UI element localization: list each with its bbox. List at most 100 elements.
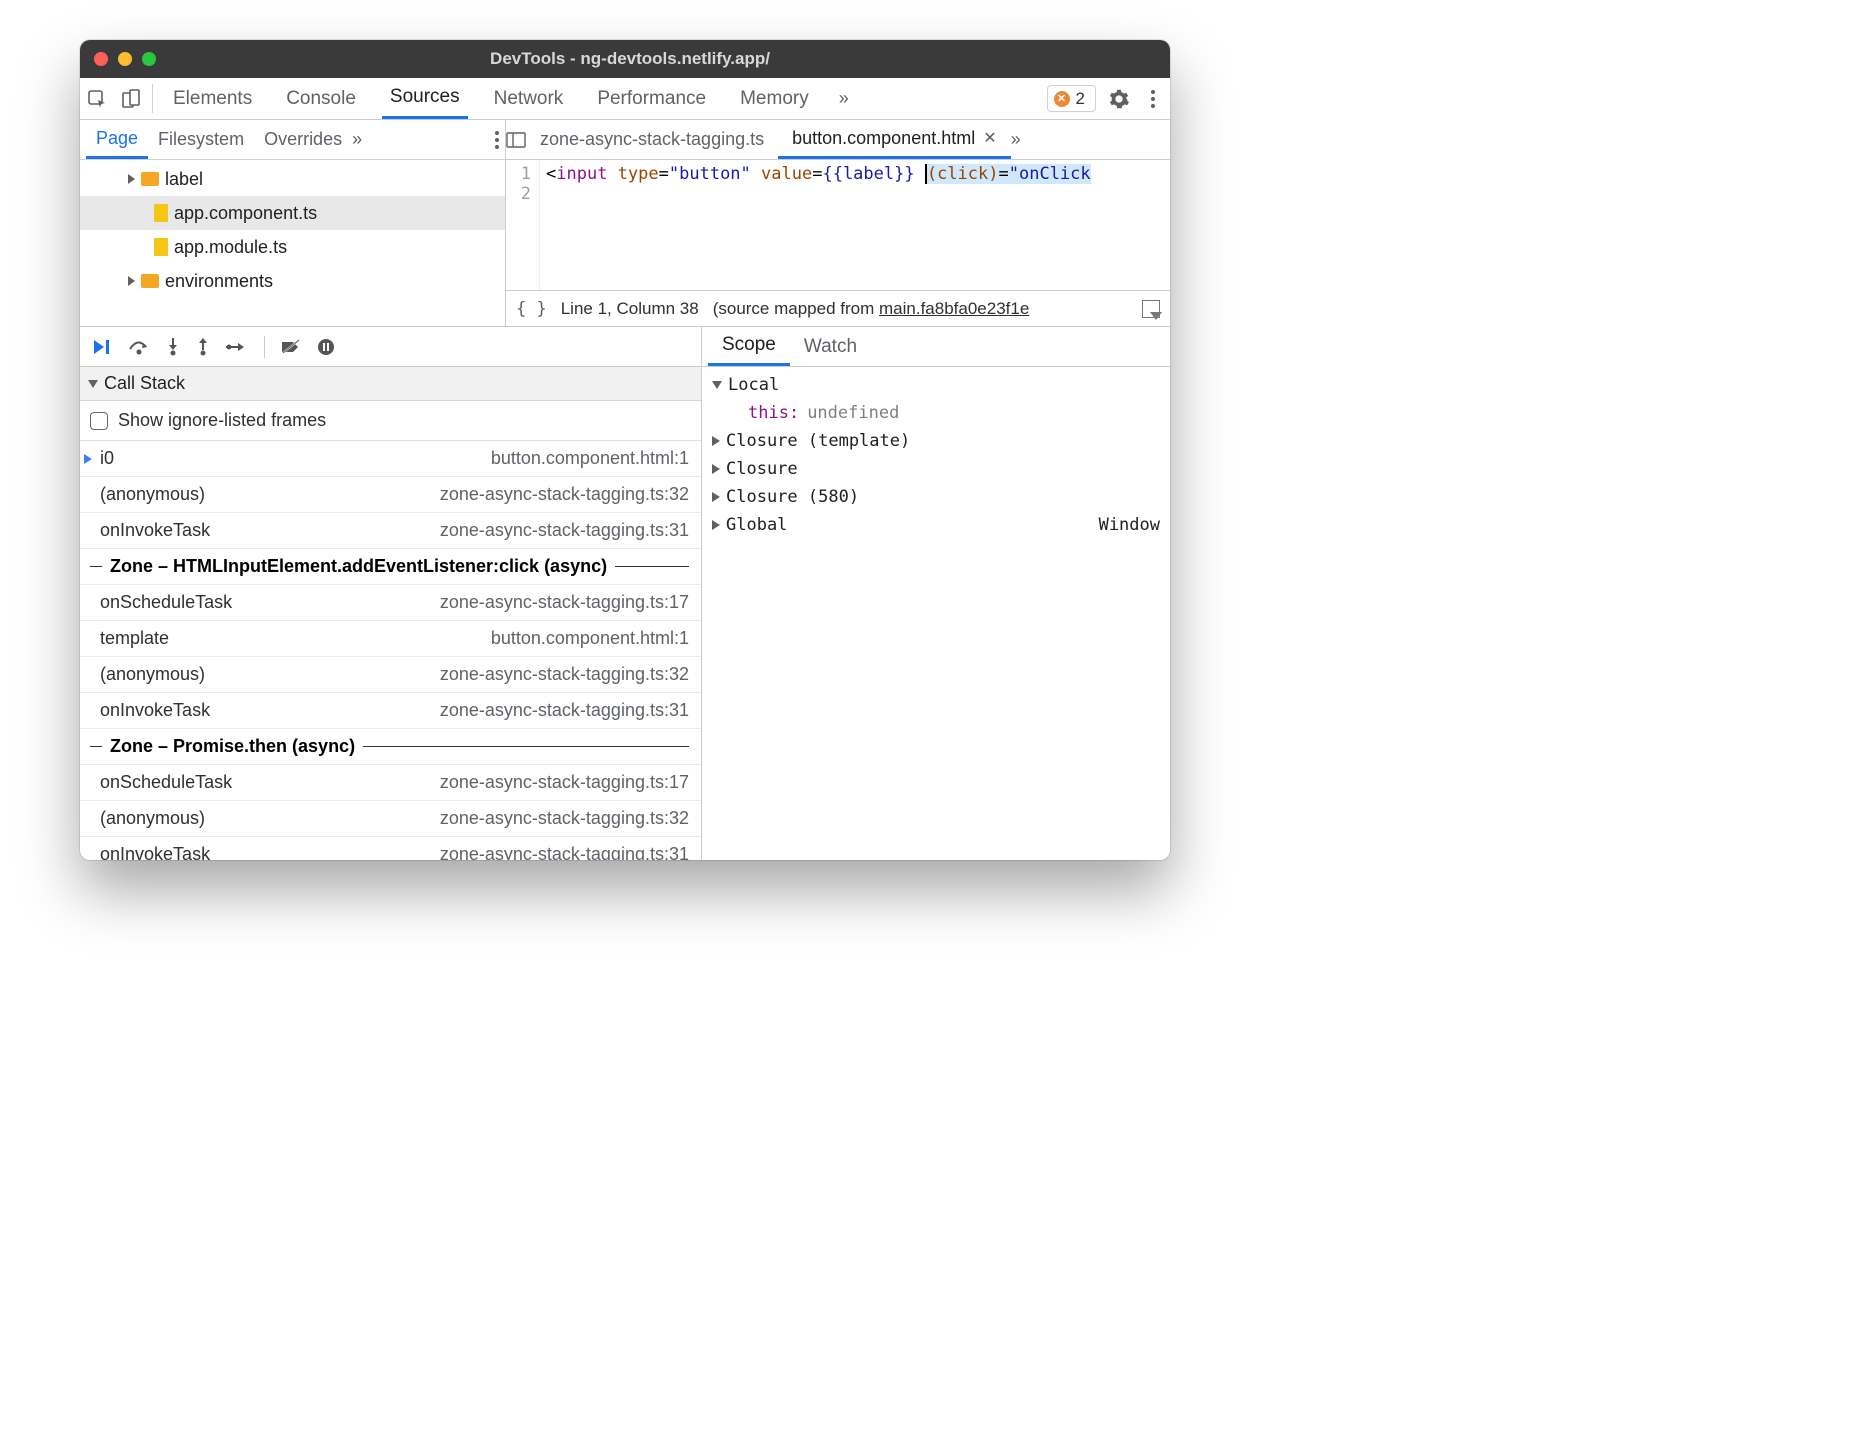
disclosure-icon xyxy=(712,436,720,446)
scope-entry[interactable]: Global Window xyxy=(712,511,1160,539)
step-icon[interactable] xyxy=(226,340,248,354)
scope-entry[interactable]: Closure xyxy=(712,455,1160,483)
main-tab-elements[interactable]: Elements xyxy=(165,78,260,119)
pause-exceptions-icon[interactable] xyxy=(317,338,335,356)
main-tab-console[interactable]: Console xyxy=(278,78,364,119)
scope-entry[interactable]: Closure (580) xyxy=(712,483,1160,511)
zoom-window-button[interactable] xyxy=(142,52,156,66)
gutter: 12 xyxy=(506,160,540,290)
tree-item[interactable]: app.module.ts xyxy=(80,230,505,264)
folder-icon xyxy=(141,172,159,186)
tree-item[interactable]: app.component.ts xyxy=(80,196,505,230)
stack-frame[interactable]: (anonymous)zone-async-stack-tagging.ts:3… xyxy=(80,657,701,693)
scope-type: Window xyxy=(1099,515,1160,535)
frame-location: zone-async-stack-tagging.ts:31 xyxy=(440,520,689,541)
frame-name: onInvokeTask xyxy=(100,700,210,721)
scope-tab-watch[interactable]: Watch xyxy=(790,327,871,366)
inspect-element-icon[interactable] xyxy=(80,78,114,119)
call-stack-header[interactable]: Call Stack xyxy=(80,367,701,401)
more-nav-tabs-icon[interactable]: » xyxy=(352,129,358,150)
more-tabs-icon[interactable]: » xyxy=(825,78,859,119)
minimize-window-button[interactable] xyxy=(118,52,132,66)
nav-tab-overrides[interactable]: Overrides xyxy=(254,120,352,159)
scope-entry[interactable]: Closure (template) xyxy=(712,427,1160,455)
more-editor-tabs-icon[interactable]: » xyxy=(1011,129,1017,150)
main-toolbar: Elements Console Sources Network Performance… xyxy=(80,78,1170,120)
deactivate-breakpoints-icon[interactable] xyxy=(281,339,301,355)
frame-name: (anonymous) xyxy=(100,484,205,505)
editor-tab[interactable]: zone-async-stack-tagging.ts xyxy=(526,120,778,159)
frame-name: i0 xyxy=(100,448,114,469)
async-divider: Zone – Promise.then (async) xyxy=(80,729,701,765)
scope-entry[interactable]: Local xyxy=(712,371,1160,399)
frame-location: zone-async-stack-tagging.ts:17 xyxy=(440,772,689,793)
source-map-info: (source mapped from main.fa8bfa0e23f1e xyxy=(713,299,1030,319)
tree-item[interactable]: label xyxy=(80,162,505,196)
nav-tab-page[interactable]: Page xyxy=(86,120,148,159)
resume-icon[interactable] xyxy=(92,338,112,356)
step-over-icon[interactable] xyxy=(128,339,150,355)
frame-name: onInvokeTask xyxy=(100,844,210,860)
file-icon xyxy=(154,238,168,256)
window-title: DevTools - ng-devtools.netlify.app/ xyxy=(156,49,1104,69)
step-out-icon[interactable] xyxy=(196,338,210,356)
device-toolbar-icon[interactable] xyxy=(114,78,148,119)
editor-tab[interactable]: button.component.html ✕ xyxy=(778,120,1011,159)
toggle-navigator-icon[interactable] xyxy=(506,132,526,148)
debugger-pane: Call Stack Show ignore-listed frames i0 b… xyxy=(80,327,702,860)
pretty-print-icon[interactable]: { } xyxy=(516,299,547,319)
scope-label: Global xyxy=(726,515,787,535)
scope-tabs: ScopeWatch xyxy=(702,327,1170,367)
scope-label: Closure (template) xyxy=(726,431,910,451)
code-editor[interactable]: 12 <input type="button" value={{label}} … xyxy=(506,160,1170,290)
stack-frame[interactable]: i0 button.component.html:1 xyxy=(80,441,701,477)
kebab-menu-icon[interactable] xyxy=(1136,78,1170,119)
coverage-icon[interactable] xyxy=(1142,300,1160,318)
stack-frame[interactable]: onInvokeTaskzone-async-stack-tagging.ts:… xyxy=(80,513,701,549)
main-tab-sources[interactable]: Sources xyxy=(382,78,468,119)
nav-tab-filesystem[interactable]: Filesystem xyxy=(148,120,254,159)
error-badge[interactable]: ✕ 2 xyxy=(1047,85,1096,112)
editor-tab-label: button.component.html xyxy=(792,128,975,149)
file-icon xyxy=(154,204,168,222)
variable-value: undefined xyxy=(807,403,899,423)
async-divider: Zone – HTMLInputElement.addEventListener… xyxy=(80,549,701,585)
scope-tab-scope[interactable]: Scope xyxy=(708,327,790,366)
frame-location: zone-async-stack-tagging.ts:31 xyxy=(440,700,689,721)
stack-frame[interactable]: onInvokeTask zone-async-stack-tagging.ts:… xyxy=(80,693,701,729)
call-stack-list: i0button.component.html:1(anonymous)zone… xyxy=(80,441,701,860)
stack-frame[interactable]: onScheduleTaskzone-async-stack-tagging.t… xyxy=(80,585,701,621)
tree-item[interactable]: environments xyxy=(80,264,505,298)
frame-location: button.component.html:1 xyxy=(491,448,689,469)
tree-item-label: label xyxy=(165,169,203,190)
stack-frame[interactable]: templatebutton.component.html:1 xyxy=(80,621,701,657)
disclosure-icon xyxy=(128,276,135,286)
scope-body: Local this: undefined Closure (template) Clo… xyxy=(702,367,1170,860)
scope-variable[interactable]: this: undefined xyxy=(712,399,1160,427)
stack-frame[interactable]: onInvokeTaskzone-async-stack-tagging.ts:… xyxy=(80,837,701,860)
stack-frame[interactable]: (anonymous)zone-async-stack-tagging.ts:3… xyxy=(80,477,701,513)
nav-kebab-icon[interactable] xyxy=(495,131,499,149)
titlebar: DevTools - ng-devtools.netlify.app/ xyxy=(80,40,1170,78)
frame-location: zone-async-stack-tagging.ts:32 xyxy=(440,808,689,829)
file-tree: label app.component.ts app.module.ts enviro… xyxy=(80,160,505,326)
settings-icon[interactable] xyxy=(1102,78,1136,119)
tree-item-label: app.module.ts xyxy=(174,237,287,258)
close-icon[interactable]: ✕ xyxy=(983,128,996,148)
stack-frame[interactable]: (anonymous)zone-async-stack-tagging.ts:3… xyxy=(80,801,701,837)
stack-frame[interactable]: onScheduleTask zone-async-stack-tagging.t… xyxy=(80,765,701,801)
close-window-button[interactable] xyxy=(94,52,108,66)
disclosure-icon xyxy=(712,464,720,474)
source-map-link[interactable]: main.fa8bfa0e23f1e xyxy=(879,299,1029,318)
disclosure-icon xyxy=(712,381,722,389)
main-tab-performance[interactable]: Performance xyxy=(589,78,714,119)
scope-pane: ScopeWatch Local this: undefined Closure (t… xyxy=(702,327,1170,860)
folder-icon xyxy=(141,274,159,288)
tree-item-label: app.component.ts xyxy=(174,203,317,224)
frame-name: onScheduleTask xyxy=(100,772,232,793)
main-tab-network[interactable]: Network xyxy=(486,78,572,119)
ignore-listed-toggle[interactable]: Show ignore-listed frames xyxy=(80,401,701,441)
variable-name: this: xyxy=(748,403,799,423)
main-tab-memory[interactable]: Memory xyxy=(732,78,817,119)
step-into-icon[interactable] xyxy=(166,338,180,356)
